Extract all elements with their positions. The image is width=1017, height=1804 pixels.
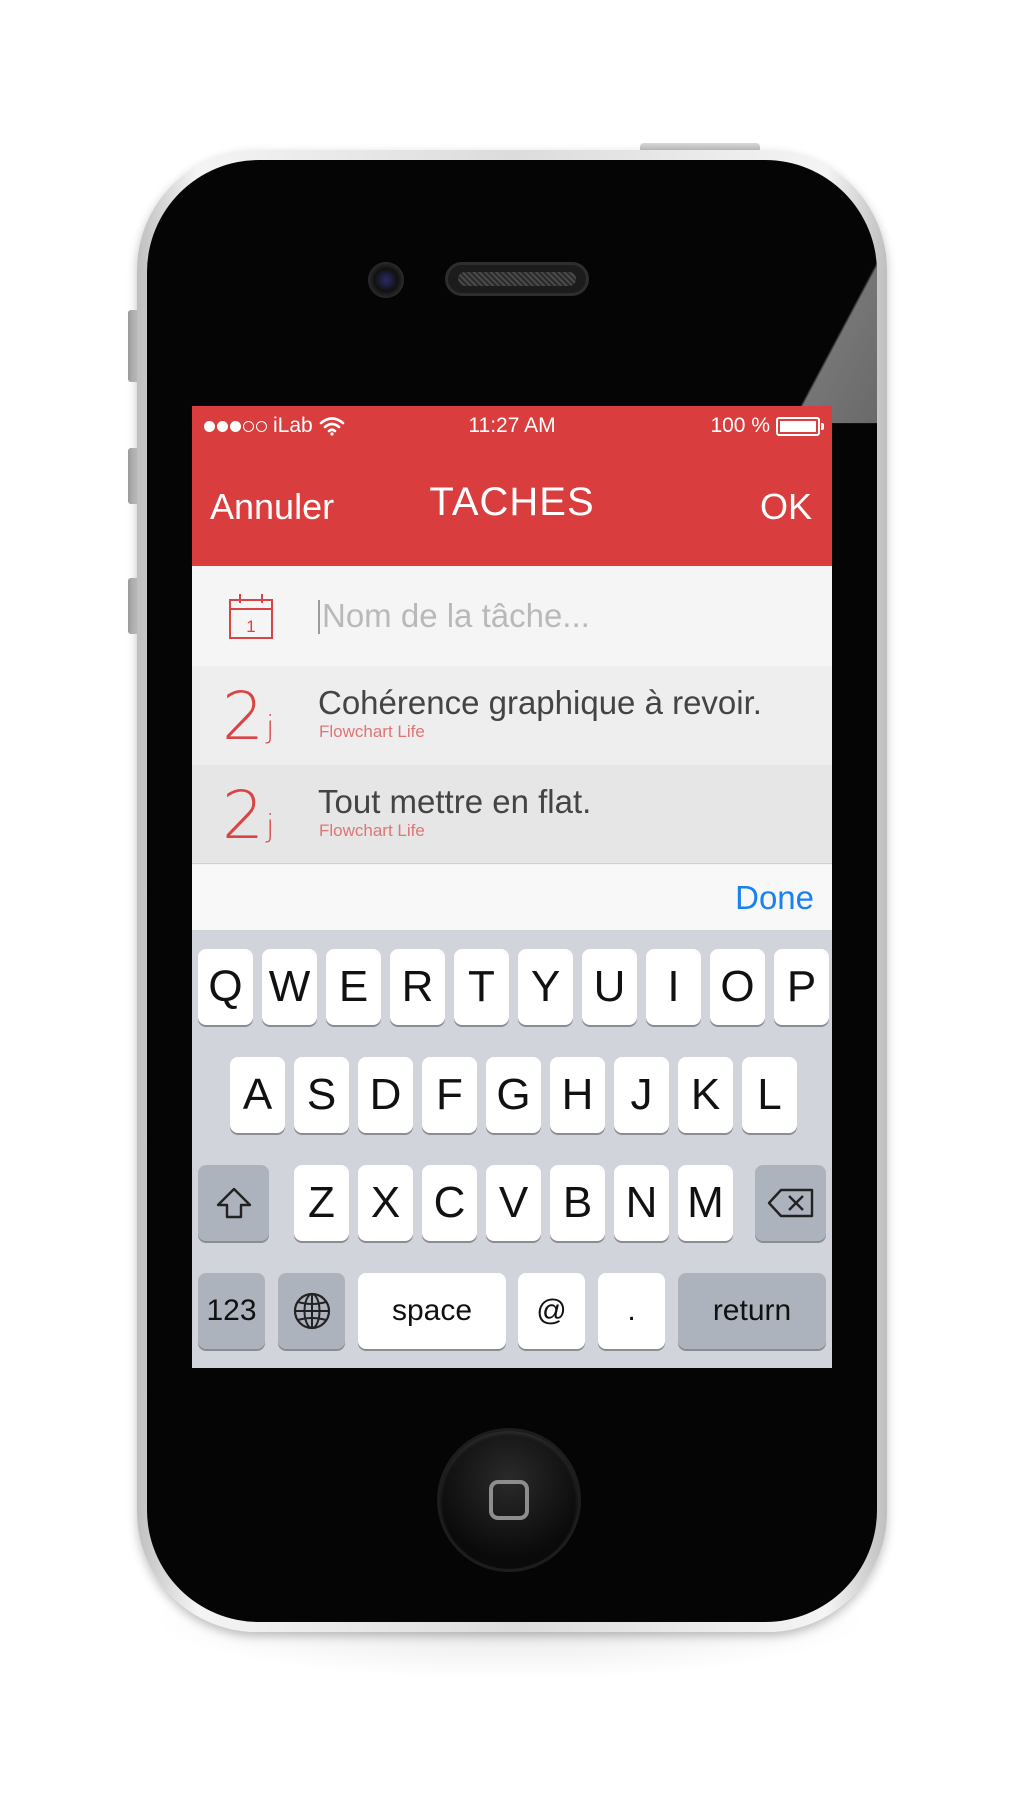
key-l[interactable]: L: [742, 1057, 797, 1133]
key-i[interactable]: I: [646, 949, 701, 1025]
key-w[interactable]: W: [262, 949, 317, 1025]
key-x[interactable]: X: [358, 1165, 413, 1241]
globe-key[interactable]: [278, 1273, 345, 1349]
new-task-row: 1: [192, 566, 832, 666]
delete-key[interactable]: [755, 1165, 826, 1241]
key-u[interactable]: U: [582, 949, 637, 1025]
return-key[interactable]: return: [678, 1273, 826, 1349]
calendar-icon[interactable]: 1: [228, 592, 274, 640]
key-v[interactable]: V: [486, 1165, 541, 1241]
task-days-count: 2: [222, 678, 264, 755]
period-key[interactable]: .: [598, 1273, 665, 1349]
keyboard-row-1: QWERTYUIOP: [192, 949, 832, 1025]
task-title: Cohérence graphique à revoir.: [318, 684, 762, 721]
at-key[interactable]: @: [518, 1273, 585, 1349]
task-days-count: 2: [222, 777, 264, 854]
key-b[interactable]: B: [550, 1165, 605, 1241]
home-button[interactable]: [437, 1428, 581, 1572]
battery-percent: 100 %: [710, 414, 770, 437]
home-button-icon: [489, 1480, 529, 1520]
key-a[interactable]: A: [230, 1057, 285, 1133]
shift-key[interactable]: [198, 1165, 269, 1241]
key-k[interactable]: K: [678, 1057, 733, 1133]
globe-icon: [293, 1292, 330, 1330]
key-g[interactable]: G: [486, 1057, 541, 1133]
ok-button[interactable]: OK: [760, 486, 812, 528]
key-h[interactable]: H: [550, 1057, 605, 1133]
task-days-unit: j: [266, 809, 275, 844]
status-bar: iLab 11:27 AM 100 %: [192, 406, 832, 446]
delete-icon: [767, 1188, 813, 1218]
app-screen: iLab 11:27 AM 100 % Annuler TACHES OK 1 …: [192, 406, 832, 1368]
key-p[interactable]: P: [774, 949, 829, 1025]
key-j[interactable]: J: [614, 1057, 669, 1133]
key-m[interactable]: M: [678, 1165, 733, 1241]
key-t[interactable]: T: [454, 949, 509, 1025]
keyboard-row-2: ASDFGHJKL: [192, 1057, 832, 1133]
key-f[interactable]: F: [422, 1057, 477, 1133]
keyboard-row-4: 123 space @ . return: [192, 1273, 832, 1349]
key-o[interactable]: O: [710, 949, 765, 1025]
keyboard-row-3: ZXCVBNM: [192, 1165, 832, 1241]
shift-icon: [216, 1187, 251, 1219]
task-project: Flowchart Life: [319, 821, 425, 840]
earpiece-speaker: [445, 262, 589, 296]
keyboard: QWERTYUIOP ASDFGHJKL ZXCVBNM 123 space @…: [192, 931, 832, 1368]
battery-icon: [776, 416, 824, 436]
task-days-unit: j: [266, 710, 275, 745]
key-y[interactable]: Y: [518, 949, 573, 1025]
key-q[interactable]: Q: [198, 949, 253, 1025]
front-camera: [368, 262, 404, 298]
calendar-day: 1: [246, 617, 255, 636]
status-right: 100 %: [710, 414, 824, 438]
key-d[interactable]: D: [358, 1057, 413, 1133]
task-name-input[interactable]: [322, 594, 802, 638]
task-title: Tout mettre en flat.: [318, 783, 592, 820]
key-r[interactable]: R: [390, 949, 445, 1025]
task-row[interactable]: 2 j Cohérence graphique à revoir. Flowch…: [192, 666, 832, 765]
key-s[interactable]: S: [294, 1057, 349, 1133]
task-row[interactable]: 2 j Tout mettre en flat. Flowchart Life: [192, 765, 832, 864]
navigation-bar: Annuler TACHES OK: [192, 446, 832, 566]
done-button[interactable]: Done: [735, 879, 814, 917]
key-c[interactable]: C: [422, 1165, 477, 1241]
battery-level: [780, 420, 816, 432]
keyboard-accessory-bar: Done: [192, 865, 832, 931]
page-title: TACHES: [429, 480, 595, 524]
space-key[interactable]: space: [358, 1273, 506, 1349]
numbers-key[interactable]: 123: [198, 1273, 265, 1349]
key-e[interactable]: E: [326, 949, 381, 1025]
text-cursor: [318, 600, 320, 634]
key-n[interactable]: N: [614, 1165, 669, 1241]
task-project: Flowchart Life: [319, 722, 425, 741]
key-z[interactable]: Z: [294, 1165, 349, 1241]
